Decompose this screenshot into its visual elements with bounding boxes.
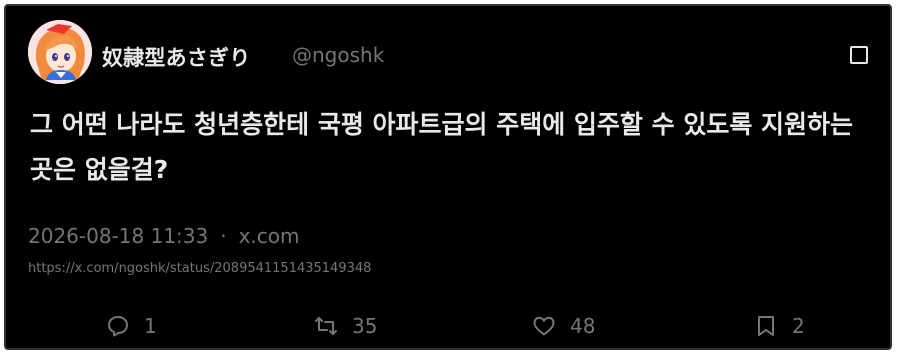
- reply-button[interactable]: 1: [106, 310, 157, 342]
- user-handle[interactable]: @ngoshk: [292, 43, 384, 67]
- more-options-icon[interactable]: [848, 44, 870, 66]
- retweet-button[interactable]: 35: [314, 310, 377, 342]
- action-bar: 1 35 48 2: [6, 310, 890, 342]
- retweet-count: 35: [352, 314, 378, 338]
- meta-separator: ·: [220, 224, 227, 248]
- avatar[interactable]: [28, 20, 92, 84]
- retweet-icon: [315, 317, 337, 335]
- like-count: 48: [570, 314, 596, 338]
- bookmark-button[interactable]: 2: [754, 310, 805, 342]
- reply-icon: [108, 316, 128, 337]
- display-name[interactable]: 奴隷型あさぎり: [102, 42, 250, 72]
- tweet-text: 그 어떤 나라도 청년층한테 국평 아파트급의 주택에 입주할 수 있도록 지원…: [30, 110, 854, 184]
- tweet-meta: 2026-08-18 11:33 · x.com: [28, 224, 300, 248]
- bookmark-icon: [758, 316, 774, 336]
- tweet-url[interactable]: https://x.com/ngoshk/status/208954115143…: [28, 261, 371, 276]
- tweet-card: 奴隷型あさぎり @ngoshk 그 어떤 나라도 청년층한테 국평 아파트급의 …: [4, 4, 892, 350]
- bookmark-count: 2: [792, 314, 805, 338]
- timestamp[interactable]: 2026-08-18 11:33: [28, 224, 208, 248]
- heart-icon: [533, 316, 555, 336]
- reply-count: 1: [144, 314, 157, 338]
- anime-girl-avatar-icon: [28, 20, 92, 84]
- like-button[interactable]: 48: [532, 310, 595, 342]
- source-domain: x.com: [238, 224, 300, 248]
